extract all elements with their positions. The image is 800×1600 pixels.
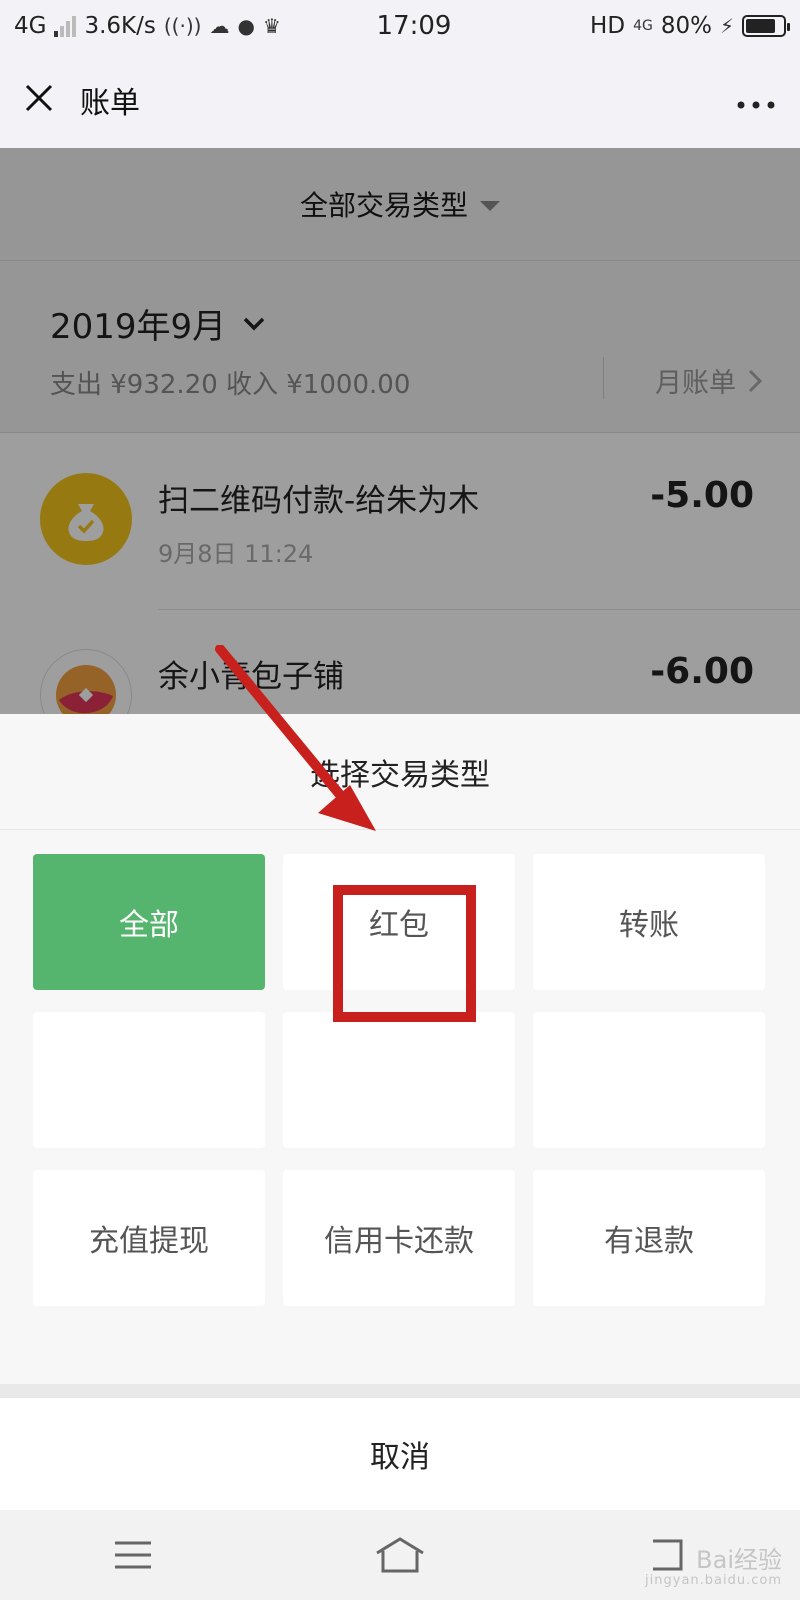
- sheet-title: 选择交易类型: [0, 714, 800, 830]
- transaction-list: 扫二维码付款-给朱为木 9月8日 11:24 -5.00 余小青包子铺 -6.0…: [0, 432, 800, 714]
- option-label: 红包: [369, 908, 429, 943]
- month-label: 2019年9月: [50, 307, 227, 347]
- money-bag-icon: [40, 473, 132, 565]
- option-recharge-withdraw[interactable]: 充值提现: [33, 1170, 265, 1306]
- option-label: 转账: [619, 908, 679, 943]
- bill-page: 全部交易类型 2019年9月 支出 ¥932.20 收入 ¥1000.00 月账…: [0, 148, 800, 714]
- menu-icon[interactable]: [93, 1525, 173, 1585]
- transaction-name: 扫二维码付款-给朱为木: [158, 483, 480, 519]
- network-type-right: 4G: [633, 18, 653, 34]
- system-nav-bar: [0, 1510, 800, 1600]
- hotspot-icon: ((·)): [163, 14, 202, 38]
- shop-logo-icon: [40, 649, 132, 714]
- page-title: 账单: [80, 86, 140, 121]
- option-refund[interactable]: 有退款: [533, 1170, 765, 1306]
- transaction-time: 9月8日 11:24: [158, 540, 314, 568]
- option-label: 信用卡还款: [324, 1224, 474, 1259]
- battery-fill: [746, 19, 775, 33]
- option-label: 有退款: [604, 1224, 694, 1259]
- crown-icon: ♛: [262, 14, 281, 38]
- month-summary: 2019年9月 支出 ¥932.20 收入 ¥1000.00 月账单: [0, 260, 800, 432]
- month-selector[interactable]: 2019年9月: [50, 299, 752, 348]
- status-left: 4G 3.6K/s ((·)) ☁ ● ♛: [14, 13, 344, 39]
- option-label: 全部: [119, 908, 179, 943]
- option-obscured-1[interactable]: [33, 1012, 265, 1148]
- filter-label: 全部交易类型: [299, 189, 468, 222]
- cloud-icon: ☁: [209, 14, 230, 38]
- cancel-button[interactable]: 取消: [0, 1398, 800, 1510]
- network-speed: 3.6K/s: [84, 13, 156, 39]
- transaction-body: 余小青包子铺: [132, 649, 650, 696]
- option-credit-card-repayment[interactable]: 信用卡还款: [283, 1170, 515, 1306]
- status-right: HD 4G 80% ⚡: [484, 13, 790, 39]
- transaction-type-filter[interactable]: 全部交易类型: [0, 148, 800, 260]
- signal-icon: [54, 15, 77, 37]
- status-bar: 4G 3.6K/s ((·)) ☁ ● ♛ 17:09 HD 4G 80% ⚡: [0, 0, 800, 52]
- transaction-amount: -5.00: [650, 475, 754, 516]
- transaction-type-sheet: 选择交易类型 全部 红包 转账 充值提现 信用卡还款 有退款 取消: [0, 714, 800, 1510]
- option-transfer[interactable]: 转账: [533, 854, 765, 990]
- battery-percent: 80%: [660, 13, 712, 39]
- caret-down-icon: [480, 201, 500, 211]
- transaction-amount: -6.00: [650, 651, 754, 692]
- planet-icon: ●: [237, 14, 255, 38]
- option-label: 充值提现: [89, 1224, 209, 1259]
- hd-indicator: HD: [590, 13, 626, 39]
- transaction-item[interactable]: 余小青包子铺 -6.00: [0, 609, 800, 714]
- close-icon[interactable]: [24, 77, 80, 123]
- type-options-grid: 全部 红包 转账 充值提现 信用卡还款 有退款: [0, 830, 800, 1306]
- transaction-item[interactable]: 扫二维码付款-给朱为木 9月8日 11:24 -5.00: [0, 433, 800, 609]
- chevron-right-icon: [748, 369, 762, 392]
- month-totals: 支出 ¥932.20 收入 ¥1000.00: [50, 370, 411, 400]
- home-icon[interactable]: [360, 1525, 440, 1585]
- option-obscured-3[interactable]: [533, 1012, 765, 1148]
- more-icon[interactable]: [716, 83, 776, 118]
- transaction-body: 扫二维码付款-给朱为木 9月8日 11:24: [132, 473, 650, 569]
- sheet-divider: [0, 1384, 800, 1398]
- charging-icon: ⚡: [719, 14, 734, 38]
- chevron-down-icon: [243, 317, 265, 330]
- status-time: 17:09: [376, 11, 452, 41]
- monthly-bill-link[interactable]: 月账单: [603, 357, 762, 400]
- option-obscured-2[interactable]: [283, 1012, 515, 1148]
- back-icon[interactable]: [627, 1525, 707, 1585]
- nav-bar: 账单: [0, 52, 800, 148]
- monthly-bill-label: 月账单: [655, 368, 736, 399]
- transaction-name: 余小青包子铺: [158, 659, 344, 695]
- battery-icon: [742, 15, 790, 37]
- option-all[interactable]: 全部: [33, 854, 265, 990]
- option-red-packet[interactable]: 红包: [283, 854, 515, 990]
- network-type: 4G: [14, 13, 47, 39]
